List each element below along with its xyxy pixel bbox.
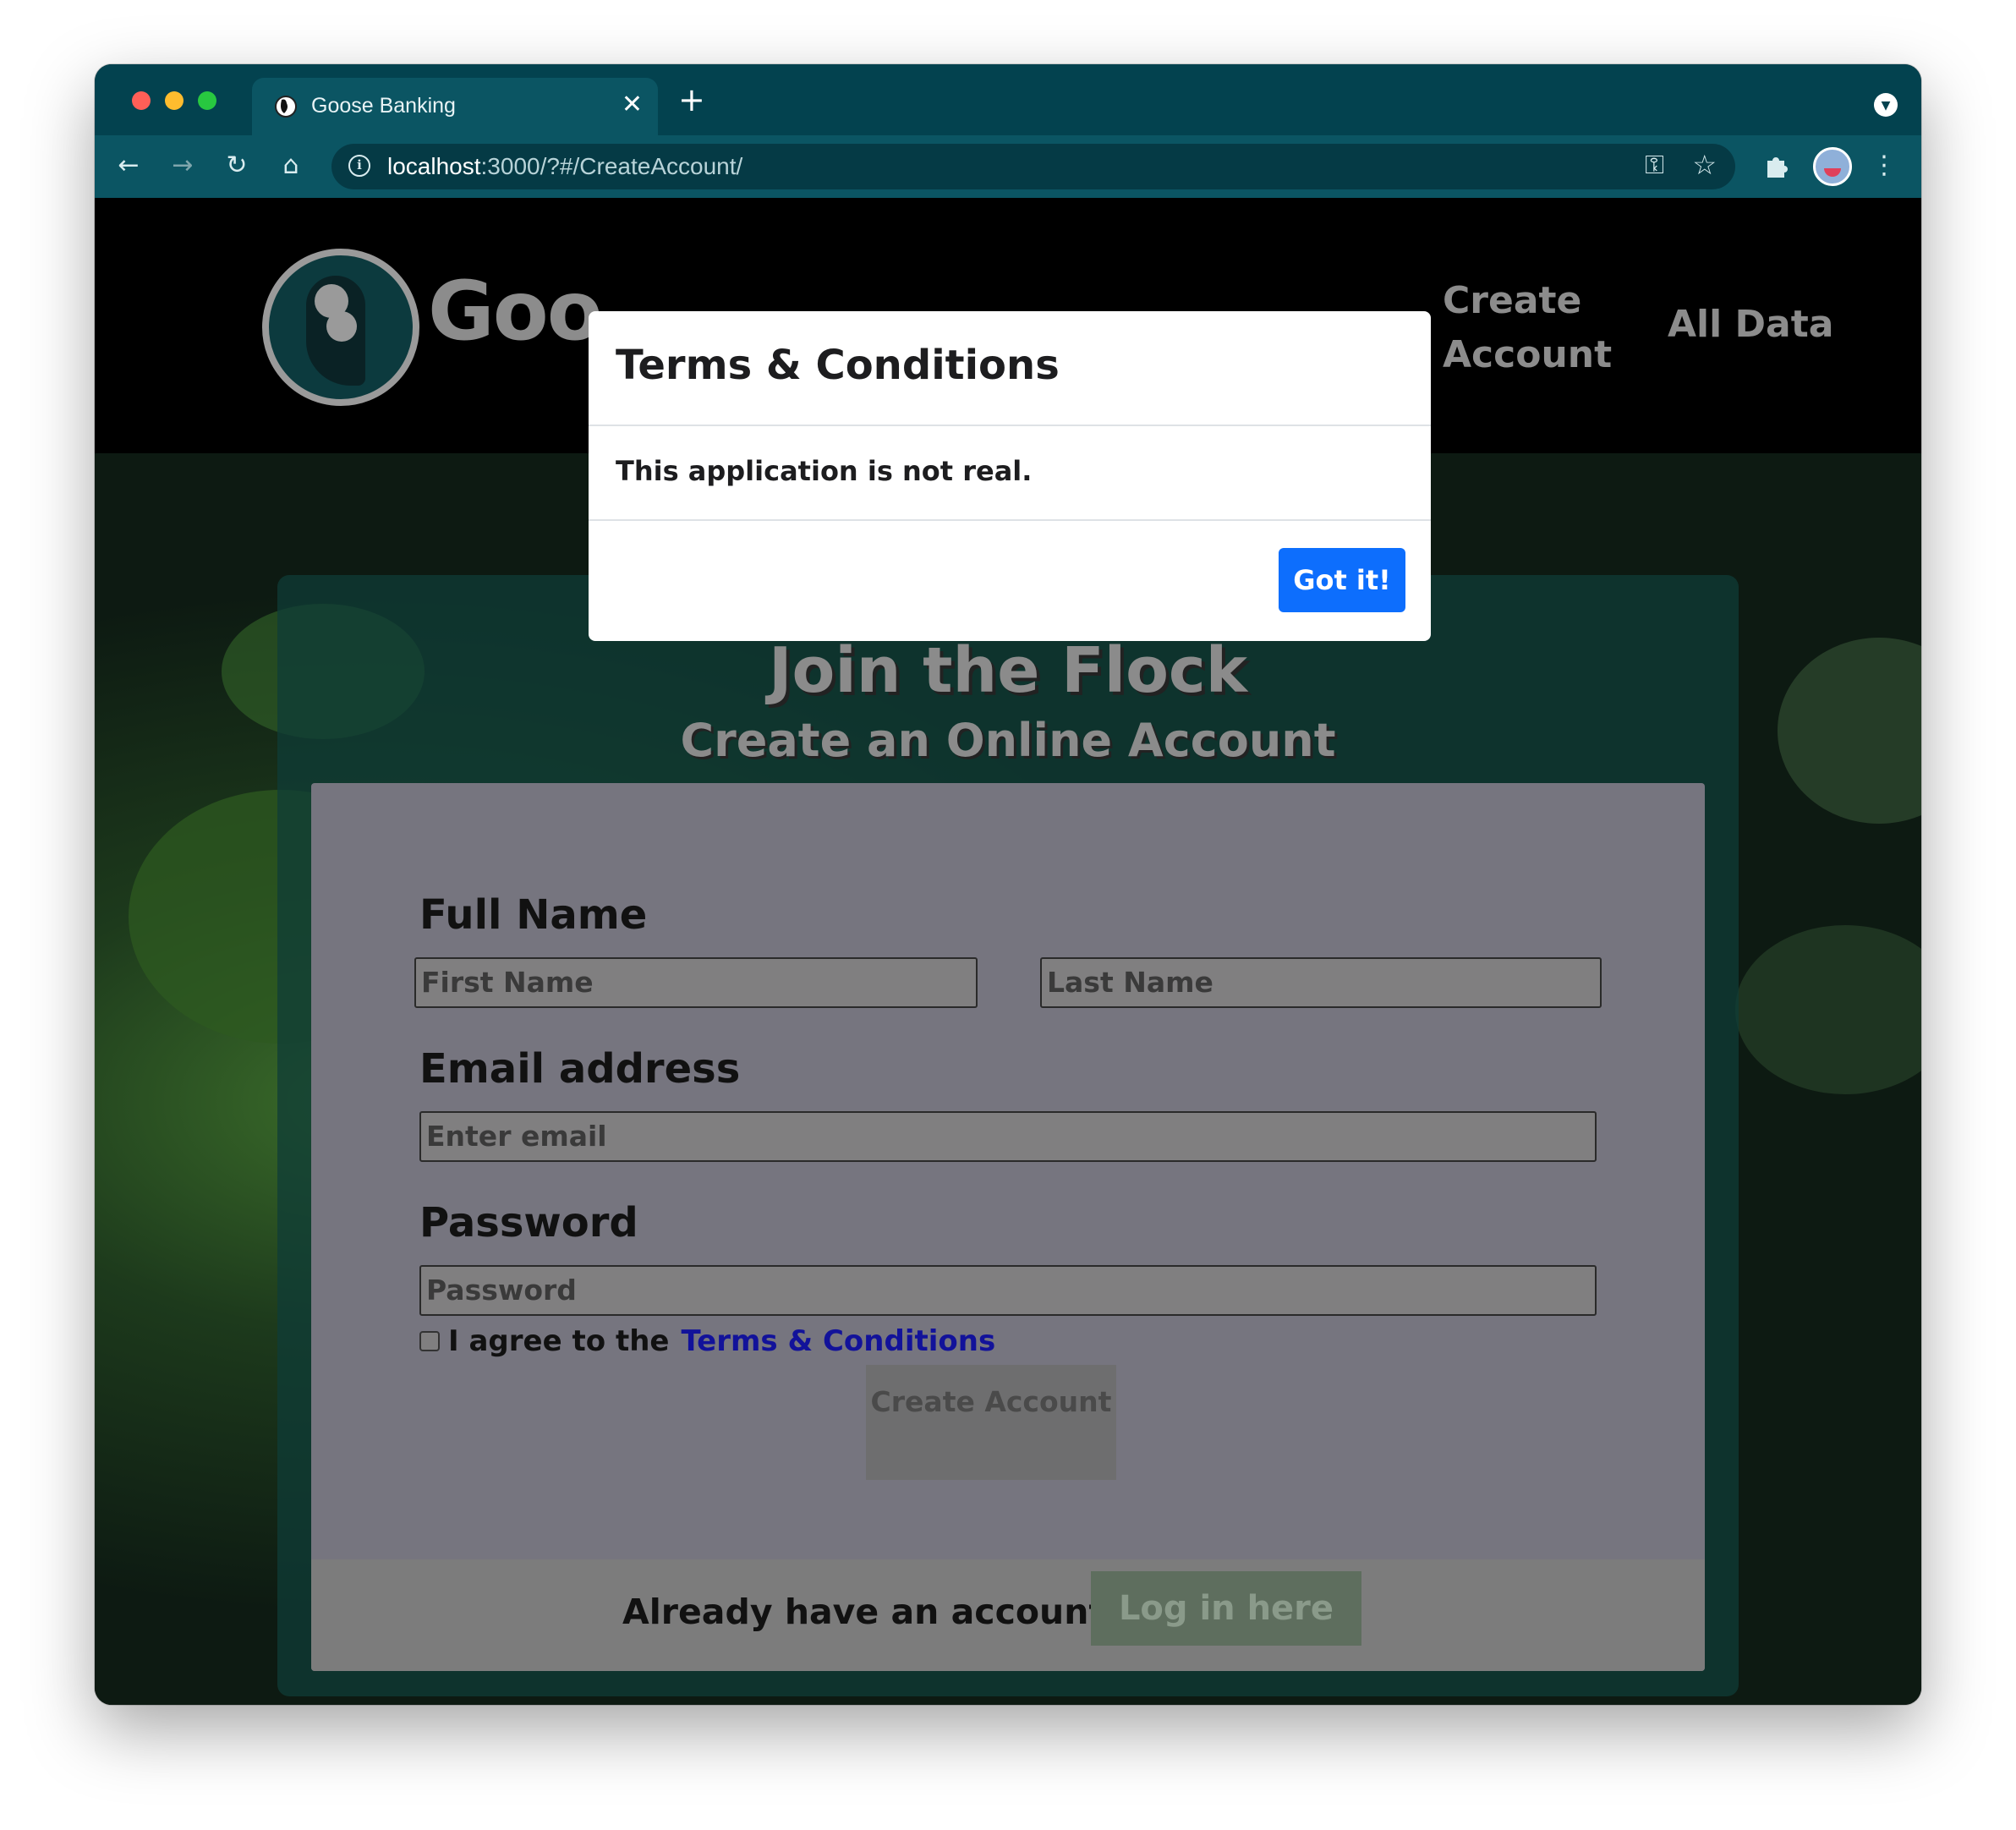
close-window-button[interactable]: [132, 91, 151, 110]
key-icon[interactable]: ⚿: [1645, 151, 1664, 180]
signup-form: Full Name First Name Last Name Email add…: [311, 783, 1705, 1671]
terms-modal: Terms & Conditions This application is n…: [589, 311, 1431, 641]
browser-tab[interactable]: Goose Banking ✕: [252, 78, 658, 135]
tab-search-icon[interactable]: ▼: [1874, 93, 1898, 117]
extensions-puzzle-icon[interactable]: [1761, 151, 1791, 181]
create-account-button[interactable]: Create Account: [866, 1365, 1116, 1480]
tab-close-icon[interactable]: ✕: [622, 88, 643, 122]
terms-agreement-row: I agree to the Terms & Conditions: [419, 1324, 995, 1358]
goose-logo[interactable]: [262, 249, 419, 406]
full-name-label: Full Name: [419, 891, 648, 939]
modal-header-divider: [589, 425, 1431, 426]
got-it-button[interactable]: Got it!: [1279, 548, 1405, 612]
nav-link-create-account[interactable]: Create Account: [1443, 274, 1612, 382]
site-info-icon[interactable]: i: [348, 155, 370, 177]
last-name-input[interactable]: Last Name: [1040, 957, 1602, 1008]
url-text[interactable]: localhost:3000/?#/CreateAccount/: [387, 153, 742, 180]
menu-kebab-icon[interactable]: ⋮: [1869, 151, 1899, 181]
email-input[interactable]: Enter email: [419, 1111, 1597, 1162]
url-path: :3000/?#/CreateAccount/: [480, 153, 743, 179]
terms-checkbox[interactable]: [419, 1331, 440, 1351]
browser-toolbar: ← → ↻ ⌂ i localhost:3000/?#/CreateAccoun…: [95, 135, 1921, 198]
title-bar: Goose Banking ✕ + ▼: [95, 64, 1921, 135]
first-name-input[interactable]: First Name: [414, 957, 978, 1008]
modal-title: Terms & Conditions: [616, 342, 1060, 389]
create-account-card: Join the Flock Create an Online Account …: [277, 575, 1739, 1696]
password-input[interactable]: Password: [419, 1265, 1597, 1316]
new-tab-button[interactable]: +: [678, 83, 705, 117]
terms-link[interactable]: Terms & Conditions: [681, 1324, 995, 1358]
card-title: Join the Flock: [768, 634, 1248, 707]
already-have-account-text: Already have an account?: [622, 1592, 1126, 1632]
lily-pad-decoration: [1778, 638, 1921, 824]
brand-name[interactable]: Goo: [428, 264, 603, 359]
page-content: Goo Create Account All Data Join the Flo…: [95, 198, 1921, 1705]
reload-icon[interactable]: ↻: [222, 151, 252, 181]
url-host: localhost: [387, 153, 481, 179]
goose-cheek-shape: [326, 311, 357, 342]
maximize-window-button[interactable]: [198, 91, 216, 110]
modal-footer-divider: [589, 519, 1431, 521]
agree-text: I agree to the: [448, 1324, 670, 1358]
email-label: Email address: [419, 1045, 741, 1093]
home-icon[interactable]: ⌂: [276, 151, 306, 181]
goose-favicon-icon: [275, 96, 297, 118]
back-icon[interactable]: ←: [113, 151, 144, 181]
card-subtitle: Create an Online Account: [680, 714, 1336, 767]
modal-body-text: This application is not real.: [616, 455, 1033, 487]
profile-avatar[interactable]: [1813, 147, 1852, 186]
address-bar[interactable]: i localhost:3000/?#/CreateAccount/ ⚿ ☆: [331, 144, 1735, 189]
log-in-button[interactable]: Log in here: [1091, 1571, 1361, 1646]
lily-pad-decoration: [1735, 925, 1921, 1094]
bookmark-star-icon[interactable]: ☆: [1692, 149, 1717, 181]
browser-window: Goose Banking ✕ + ▼ ← → ↻ ⌂ i localhost:…: [95, 64, 1921, 1705]
tab-title: Goose Banking: [311, 94, 456, 118]
forward-icon[interactable]: →: [167, 151, 198, 181]
login-footer: Already have an account? Log in here: [311, 1559, 1705, 1671]
password-label: Password: [419, 1199, 638, 1246]
minimize-window-button[interactable]: [165, 91, 184, 110]
nav-link-all-data[interactable]: All Data: [1668, 303, 1833, 346]
